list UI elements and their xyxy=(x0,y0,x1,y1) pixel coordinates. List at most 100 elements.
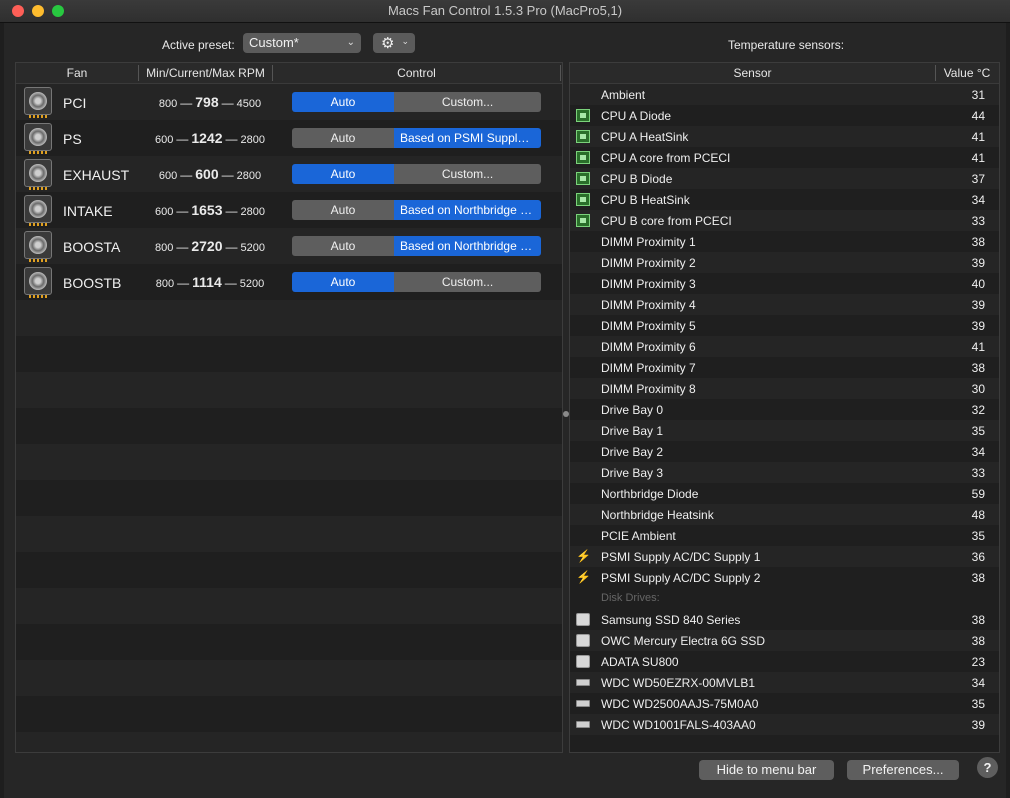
main-content: Active preset: Custom* ⌄ ⚙ ⌄ Temperature… xyxy=(4,23,1006,798)
sensor-name: Northbridge Diode xyxy=(601,487,699,501)
title-bar: Macs Fan Control 1.5.3 Pro (MacPro5,1) xyxy=(0,0,1010,23)
sensor-row: WDC WD50EZRX-00MVLB1 34 xyxy=(570,672,999,693)
auto-control-button[interactable]: Auto xyxy=(292,236,394,256)
fan-min-rpm: 800 xyxy=(155,242,174,254)
auto-control-button[interactable]: Auto xyxy=(292,200,394,220)
chip-icon xyxy=(576,130,590,143)
fan-rpm: 800—798—4500 xyxy=(144,94,276,110)
sensor-row: Northbridge Heatsink 48 xyxy=(570,504,999,525)
empty-row xyxy=(16,624,562,660)
chip-icon xyxy=(576,109,590,122)
sensor-value: 32 xyxy=(971,403,985,417)
sensor-name: PSMI Supply AC/DC Supply 1 xyxy=(601,550,761,564)
hard-drive-icon xyxy=(576,700,590,707)
sensor-value: 33 xyxy=(971,214,985,228)
preset-select[interactable]: Custom* ⌄ xyxy=(243,33,361,53)
sensor-name: ADATA SU800 xyxy=(601,655,679,669)
rpm-separator: — xyxy=(176,132,189,146)
auto-control-button[interactable]: Auto xyxy=(292,272,394,292)
rpm-separator: — xyxy=(224,276,237,290)
fan-status-bar xyxy=(29,187,47,190)
fan-min-rpm: 800 xyxy=(155,278,175,290)
auto-control-button[interactable]: Auto xyxy=(292,128,394,148)
empty-row xyxy=(16,480,562,516)
sensor-row: Drive Bay 2 34 xyxy=(570,441,999,462)
sensor-value: 30 xyxy=(971,382,985,396)
fan-max-rpm: 2800 xyxy=(240,134,265,146)
fan-blade xyxy=(29,164,47,182)
empty-row xyxy=(16,372,562,408)
sensor-value: 31 xyxy=(971,88,985,102)
sensor-column-header[interactable]: Sensor xyxy=(570,66,935,80)
ssd-icon xyxy=(576,613,590,626)
rpm-separator: — xyxy=(221,168,234,182)
sensor-name: WDC WD2500AAJS-75M0A0 xyxy=(601,697,759,711)
empty-row xyxy=(16,444,562,480)
sensor-value: 38 xyxy=(971,613,985,627)
sensor-row: CPU B core from PCECI 33 xyxy=(570,210,999,231)
chevron-down-icon: ⌄ xyxy=(401,36,409,46)
hide-to-menu-bar-button[interactable]: Hide to menu bar xyxy=(699,760,834,780)
sensor-name: DIMM Proximity 5 xyxy=(601,319,696,333)
empty-row xyxy=(16,588,562,624)
sensor-row: CPU A HeatSink 41 xyxy=(570,126,999,147)
sensor-value: 38 xyxy=(971,235,985,249)
custom-control-button[interactable]: Based on Northbridge Diode xyxy=(394,236,541,256)
custom-control-button[interactable]: Based on PSMI Supply AC/DC Supply 1 xyxy=(394,128,541,148)
sensor-name: Ambient xyxy=(601,88,646,102)
power-bolt-icon: ⚡ xyxy=(576,549,591,563)
sensor-value: 37 xyxy=(971,172,985,186)
custom-control-button[interactable]: Custom... xyxy=(394,92,541,112)
fan-icon xyxy=(24,159,52,190)
preferences-button[interactable]: Preferences... xyxy=(847,760,959,780)
sensor-name: Northbridge Heatsink xyxy=(601,508,714,522)
sensor-row: CPU A core from PCECI 41 xyxy=(570,147,999,168)
control-column-header[interactable]: Control xyxy=(273,66,560,80)
fan-blade xyxy=(29,128,47,146)
fan-name: PCI xyxy=(63,95,87,111)
sensor-name: Drive Bay 3 xyxy=(601,466,664,480)
empty-row xyxy=(16,732,562,752)
fan-rpm: 600—600—2800 xyxy=(144,166,276,182)
sensor-name: CPU A Diode xyxy=(601,109,672,123)
custom-control-button[interactable]: Custom... xyxy=(394,272,541,292)
preset-actions-button[interactable]: ⚙ ⌄ xyxy=(373,33,415,53)
sensor-row: Drive Bay 0 32 xyxy=(570,399,999,420)
hard-drive-icon xyxy=(576,679,590,686)
value-column-header[interactable]: Value °C xyxy=(936,66,998,80)
sensor-row: ⚡ PSMI Supply AC/DC Supply 2 38 xyxy=(570,567,999,588)
sensor-name: WDC WD50EZRX-00MVLB1 xyxy=(601,676,756,690)
sensor-name: Samsung SSD 840 Series xyxy=(601,613,741,627)
sensor-value: 34 xyxy=(971,676,985,690)
help-button[interactable]: ? xyxy=(977,757,998,778)
fan-row: PCI 800—798—4500 Auto Custom... xyxy=(16,84,562,120)
fan-max-rpm: 4500 xyxy=(236,98,262,110)
fan-row: INTAKE 600—1653—2800 Auto Based on Northbri… xyxy=(16,192,562,228)
fan-row: BOOSTA 800—2720—5200 Auto Based on Northbri… xyxy=(16,228,562,264)
sensor-value: 59 xyxy=(971,487,985,501)
sensor-value: 33 xyxy=(971,466,985,480)
fan-current-rpm: 2720 xyxy=(191,238,223,254)
fan-status-bar xyxy=(29,259,47,262)
custom-control-button[interactable]: Custom... xyxy=(394,164,541,184)
rpm-separator: — xyxy=(221,96,234,110)
gear-icon: ⚙ xyxy=(381,35,395,52)
power-bolt-icon: ⚡ xyxy=(576,570,591,584)
sensor-table: Sensor Value °C Ambient 31 CPU A Diode 44 CP… xyxy=(569,62,1000,753)
sensor-value: 34 xyxy=(971,193,985,207)
empty-row xyxy=(16,660,562,696)
sensor-name: CPU A core from PCECI xyxy=(601,151,731,165)
sensor-value: 36 xyxy=(971,550,985,564)
chip-icon xyxy=(576,172,590,185)
rpm-separator: — xyxy=(180,96,193,110)
fan-min-rpm: 600 xyxy=(155,206,174,218)
sensor-row: DIMM Proximity 6 41 xyxy=(570,336,999,357)
sensor-row: ADATA SU800 23 xyxy=(570,651,999,672)
rpm-separator: — xyxy=(180,168,193,182)
auto-control-button[interactable]: Auto xyxy=(292,92,394,112)
rpm-column-header[interactable]: Min/Current/Max RPM xyxy=(139,66,272,80)
auto-control-button[interactable]: Auto xyxy=(292,164,394,184)
custom-control-button[interactable]: Based on Northbridge Diode xyxy=(394,200,541,220)
fan-column-header[interactable]: Fan xyxy=(16,66,138,80)
sensor-row: Ambient 31 xyxy=(570,84,999,105)
